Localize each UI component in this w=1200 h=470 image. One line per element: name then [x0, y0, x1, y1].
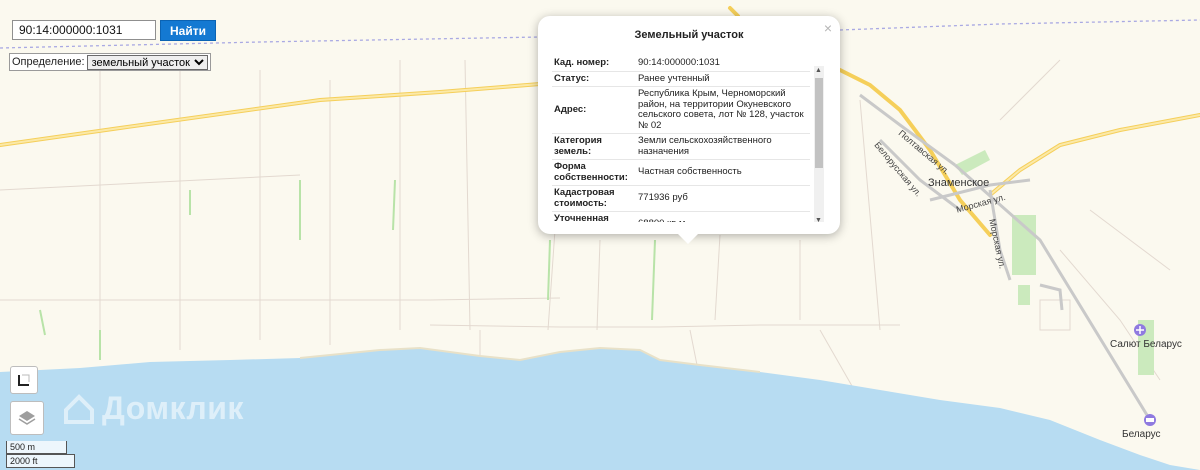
scrollbar-thumb[interactable]: [815, 78, 823, 168]
definition-control: Определение: земельный участок: [9, 53, 211, 71]
table-row: Кад. номер: 90:14:000000:1031: [552, 56, 810, 72]
poi-label-belarus: Беларус: [1122, 429, 1161, 440]
fullscreen-button[interactable]: [10, 366, 38, 394]
table-row: Адрес: Республика Крым, Черноморский рай…: [552, 86, 810, 134]
poi-airport-icon[interactable]: [1134, 324, 1146, 336]
scroll-down-icon[interactable]: ▼: [815, 217, 822, 222]
row-value: Земли сельскохозяйственного назначения: [632, 133, 810, 160]
row-key: Уточненная площадь:: [552, 211, 632, 222]
row-key: Форма собственности:: [552, 159, 632, 186]
row-value: Ранее учтенный: [632, 71, 810, 87]
parcel-attributes-table: Кад. номер: 90:14:000000:1031 Статус: Ра…: [552, 56, 810, 222]
row-value: 90:14:000000:1031: [632, 56, 810, 72]
row-key: Статус:: [552, 71, 632, 87]
frame-icon: [18, 374, 30, 386]
row-value: Частная собственность: [632, 159, 810, 186]
search-bar: Найти: [12, 20, 216, 41]
village-label: Знаменское: [928, 177, 990, 189]
definition-select[interactable]: земельный участок: [86, 54, 208, 70]
search-button[interactable]: Найти: [160, 20, 216, 41]
domclick-logo-icon: [64, 393, 94, 424]
row-key: Кад. номер:: [552, 56, 632, 72]
row-value: Республика Крым, Черноморский район, на …: [632, 86, 810, 134]
scroll-up-icon[interactable]: ▲: [815, 67, 822, 75]
table-row: Уточненная площадь: 68800 кв.м: [552, 211, 810, 222]
poi-label-salut: Салют Беларус: [1110, 339, 1182, 350]
popup-title: Земельный участок: [634, 29, 744, 41]
domclick-watermark: Домклик: [62, 390, 244, 427]
definition-label: Определение:: [12, 56, 85, 68]
row-key: Кадастровая стоимость:: [552, 185, 632, 212]
watermark-text: Домклик: [102, 390, 244, 426]
row-value: 68800 кв.м: [632, 211, 810, 222]
row-key: Адрес:: [552, 86, 632, 134]
layers-icon: [18, 411, 36, 425]
row-value: 771936 руб: [632, 185, 810, 212]
scale-imperial: 2000 ft: [6, 454, 75, 468]
table-row: Форма собственности: Частная собственнос…: [552, 159, 810, 186]
row-key: Категория земель:: [552, 133, 632, 160]
parcel-info-popup: × Земельный участок Кад. номер: 90:14:00…: [538, 16, 840, 244]
cadastral-search-input[interactable]: [12, 20, 156, 40]
table-row: Статус: Ранее учтенный: [552, 71, 810, 87]
table-row: Категория земель: Земли сельскохозяйстве…: [552, 133, 810, 160]
scale-bar: 500 m 2000 ft: [6, 441, 75, 468]
popup-body[interactable]: Кад. номер: 90:14:000000:1031 Статус: Ра…: [552, 56, 824, 222]
popup-pointer: [678, 234, 698, 244]
poi-lodging-icon[interactable]: [1144, 414, 1156, 426]
scale-metric: 500 m: [6, 441, 67, 454]
table-row: Кадастровая стоимость: 771936 руб: [552, 185, 810, 212]
popup-scrollbar[interactable]: ▲ ▼: [814, 66, 824, 222]
layers-button[interactable]: [10, 401, 44, 435]
